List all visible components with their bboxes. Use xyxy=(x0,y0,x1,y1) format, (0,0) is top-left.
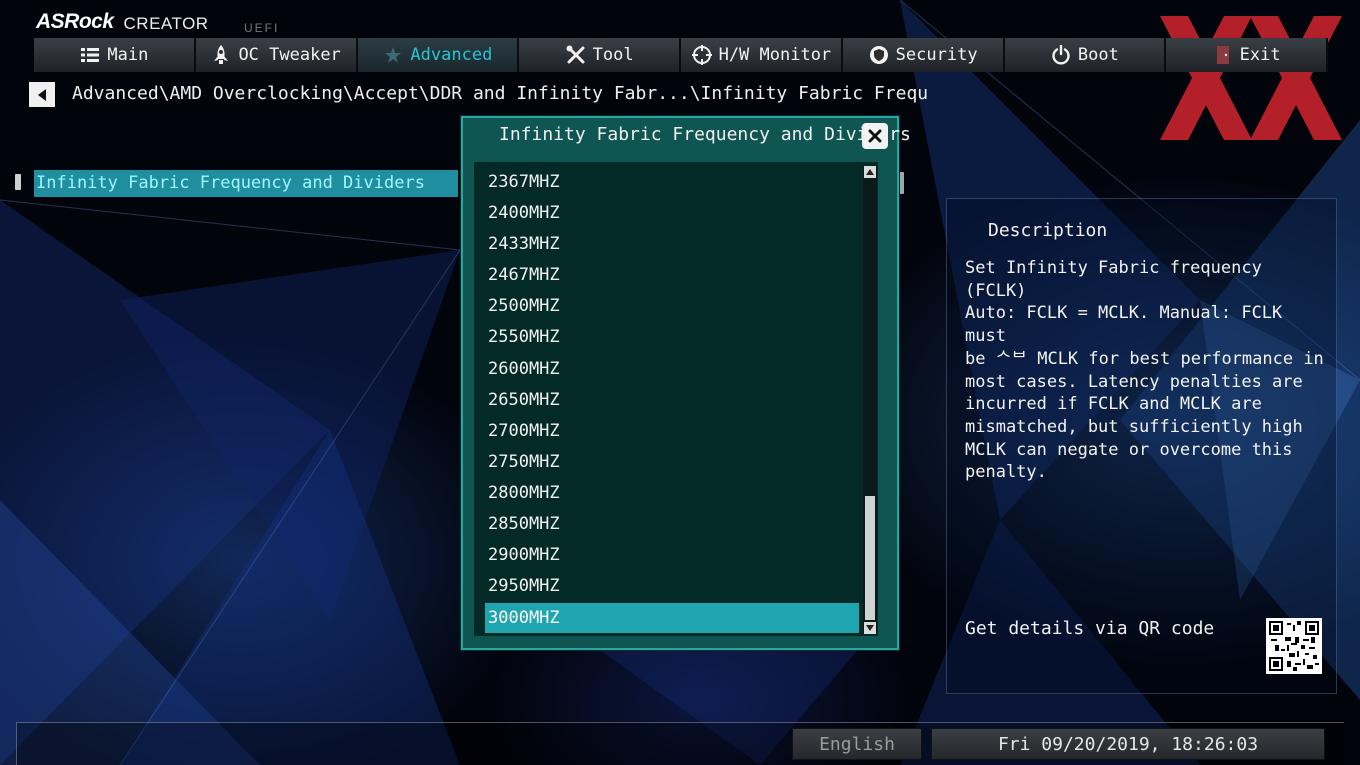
tab-boot-label: Boot xyxy=(1077,45,1119,65)
triangle-down-icon xyxy=(866,625,874,631)
description-title: Description xyxy=(988,220,1108,241)
list-item[interactable]: 2400MHZ xyxy=(485,198,859,228)
left-scroll-marker xyxy=(15,174,21,190)
list-item[interactable]: 2850MHZ xyxy=(485,509,859,539)
back-button[interactable] xyxy=(29,82,55,107)
language-button[interactable]: English xyxy=(792,728,922,760)
option-list: 2367MHZ 2400MHZ 2433MHZ 2467MHZ 2500MHZ … xyxy=(474,162,878,636)
triangle-up-icon xyxy=(866,169,874,175)
popup-title: Infinity Fabric Frequency and Dividers xyxy=(499,124,911,145)
rocket-icon xyxy=(210,44,232,66)
list-item[interactable]: 2433MHZ xyxy=(485,229,859,259)
scrollbar-thumb[interactable] xyxy=(865,496,875,620)
description-text: Set Infinity Fabric frequency (FCLK) Aut… xyxy=(965,258,1324,483)
description-panel: Description Set Infinity Fabric frequenc… xyxy=(946,198,1337,694)
tab-boot[interactable]: Boot xyxy=(1004,38,1167,72)
tab-hw-monitor-label: H/W Monitor xyxy=(718,45,832,65)
qr-code-label: Get details via QR code xyxy=(965,618,1215,639)
close-icon xyxy=(868,129,882,143)
list-item[interactable]: 2750MHZ xyxy=(485,447,859,477)
power-icon xyxy=(1050,44,1072,66)
tab-tool-label: Tool xyxy=(592,45,634,65)
list-item[interactable]: 2950MHZ xyxy=(485,571,859,601)
tab-exit[interactable]: Exit xyxy=(1166,38,1328,72)
list-item[interactable]: 2650MHZ xyxy=(485,385,859,415)
list-item[interactable]: 2467MHZ xyxy=(485,260,859,290)
tab-advanced-label: Advanced xyxy=(410,45,493,65)
tools-icon xyxy=(565,44,587,66)
tab-tool[interactable]: Tool xyxy=(519,38,681,72)
tab-hw-monitor[interactable]: H/W Monitor xyxy=(681,38,843,72)
list-item[interactable]: 2600MHZ xyxy=(485,354,859,384)
qr-code-icon[interactable] xyxy=(1266,618,1322,674)
star-icon xyxy=(382,44,404,66)
tab-exit-label: Exit xyxy=(1239,45,1281,65)
list-item[interactable]: 2367MHZ xyxy=(485,167,859,197)
brand-name: ASRock xyxy=(36,10,114,33)
list-item[interactable]: 2900MHZ xyxy=(485,540,859,570)
tab-security[interactable]: Security xyxy=(842,38,1005,72)
tab-oc-tweaker[interactable]: OC Tweaker xyxy=(195,38,358,72)
close-button[interactable] xyxy=(862,123,888,149)
list-item[interactable]: 2500MHZ xyxy=(485,291,859,321)
tab-main[interactable]: Main xyxy=(34,38,196,72)
list-item[interactable]: 2700MHZ xyxy=(485,416,859,446)
brand-product: CREATOR xyxy=(123,14,209,33)
exit-door-icon xyxy=(1212,44,1234,66)
arrow-left-icon xyxy=(38,88,46,101)
watermark-xx-logo xyxy=(1160,16,1342,140)
shield-icon xyxy=(868,44,890,66)
brand-firmware: UEFI xyxy=(244,21,280,35)
crosshair-icon xyxy=(691,44,713,66)
list-item-selected[interactable]: 3000MHZ xyxy=(485,603,859,633)
tab-main-label: Main xyxy=(107,45,149,65)
brand-logo: ASRock CREATOR UEFI xyxy=(36,6,277,35)
right-scroll-marker xyxy=(899,172,904,194)
tab-oc-tweaker-label: OC Tweaker xyxy=(238,45,341,65)
scroll-up-button[interactable] xyxy=(864,166,876,178)
breadcrumb: Advanced\AMD Overclocking\Accept\DDR and… xyxy=(72,83,929,104)
datetime-display: Fri 09/20/2019, 18:26:03 xyxy=(931,728,1325,760)
list-icon xyxy=(79,44,101,66)
menu-item-infinity-fabric[interactable]: Infinity Fabric Frequency and Dividers xyxy=(34,170,458,197)
main-tab-bar: Main OC Tweaker Advanced Tool H/W Monito… xyxy=(34,38,1328,72)
tab-advanced[interactable]: Advanced xyxy=(357,38,520,72)
list-item[interactable]: 2800MHZ xyxy=(485,478,859,508)
list-scrollbar[interactable] xyxy=(863,166,877,634)
scroll-down-button[interactable] xyxy=(864,622,876,634)
tab-security-label: Security xyxy=(895,45,978,65)
list-item[interactable]: 2550MHZ xyxy=(485,322,859,352)
option-popup-dialog: Infinity Fabric Frequency and Dividers 2… xyxy=(461,116,911,650)
